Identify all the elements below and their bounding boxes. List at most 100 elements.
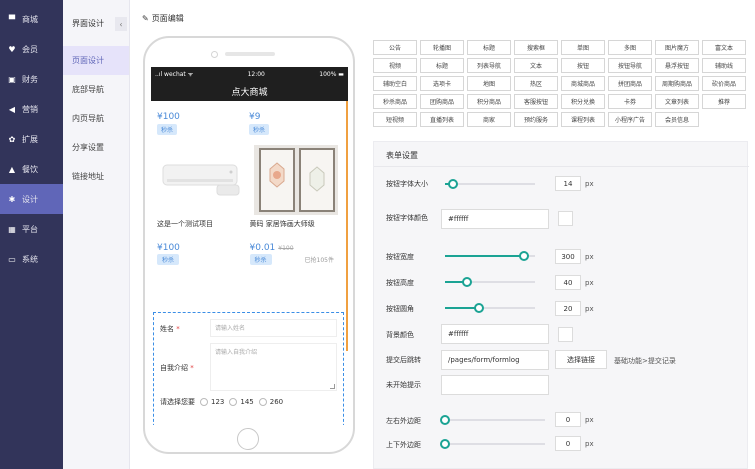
component-button[interactable]: 直播列表 (420, 112, 464, 127)
font-color-input[interactable]: #ffffff (441, 209, 549, 229)
sidebar-item-3[interactable]: ◀ 营销 (0, 94, 63, 124)
component-button[interactable]: 按钮 (561, 58, 605, 73)
coupon-button[interactable]: 秒杀 (157, 124, 178, 135)
sidebar-item-5[interactable]: ▲ 餐饮 (0, 154, 63, 184)
sidebar-item-7[interactable]: ▦ 平台 (0, 214, 63, 244)
component-button[interactable]: 搜索框 (514, 40, 558, 55)
goods-buy-button[interactable]: 秒杀 (157, 254, 180, 265)
goods-item[interactable]: 这是一个测试项目 ¥100 秒杀 (157, 145, 248, 265)
slider-knob-icon[interactable] (448, 179, 459, 189)
goods-buy-button[interactable]: 秒杀 (249, 254, 272, 265)
sidebar-item-2[interactable]: ▣ 财务 (0, 64, 63, 94)
slider-knob-icon[interactable] (474, 303, 485, 313)
component-button[interactable]: 标题 (420, 58, 464, 73)
lr-margin-input[interactable]: 0 (555, 412, 581, 427)
goods-list[interactable]: 这是一个测试项目 ¥100 秒杀 黄码 家居饰画大师级 ¥0.01 ¥100 秒… (151, 135, 348, 265)
component-button[interactable]: 公告 (373, 40, 417, 55)
component-button[interactable]: 卡券 (608, 94, 652, 109)
component-button[interactable]: 推荐 (702, 94, 746, 109)
sidebar-item-6[interactable]: ✱ 设计 (0, 184, 63, 214)
bg-color-swatch[interactable] (558, 327, 573, 342)
component-button[interactable]: 小程序广告 (608, 112, 652, 127)
button-width-input[interactable]: 300 (555, 249, 581, 264)
component-button[interactable]: 轮播图 (420, 40, 464, 55)
intro-textarea[interactable]: 请输入自我介绍 (210, 343, 337, 391)
component-button[interactable]: 课程列表 (561, 112, 605, 127)
sidebar-item-4[interactable]: ✿ 扩展 (0, 124, 63, 154)
not-started-input[interactable] (441, 375, 549, 395)
font-size-input[interactable]: 14 (555, 176, 581, 191)
coupon-button[interactable]: 秒杀 (249, 124, 270, 135)
component-button[interactable]: 周期购商品 (655, 76, 699, 91)
component-button[interactable]: 标题 (467, 40, 511, 55)
form-row-choose: 请选择您要 123 145 260 (154, 391, 343, 407)
component-button[interactable]: 单图 (561, 40, 605, 55)
page-title-text: 页面编辑 (151, 14, 184, 23)
radio-option[interactable]: 145 (229, 398, 254, 406)
collapse-icon[interactable]: ‹ (115, 17, 127, 31)
resize-handle-icon[interactable] (330, 384, 335, 389)
sidebar-item-8[interactable]: ▭ 系统 (0, 244, 63, 274)
subnav-item-0[interactable]: 页面设计 (63, 46, 129, 75)
subnav-item-3[interactable]: 分享设置 (63, 133, 129, 162)
component-button[interactable]: 辅助空白 (373, 76, 417, 91)
component-button[interactable]: 拼团商品 (608, 76, 652, 91)
component-button[interactable]: 图片魔方 (655, 40, 699, 55)
bg-color-label: 背景颜色 (386, 331, 414, 339)
component-button[interactable]: 客服按钮 (514, 94, 558, 109)
component-button[interactable]: 文章列表 (655, 94, 699, 109)
button-radius-label: 按钮圆角 (386, 305, 414, 313)
font-color-swatch[interactable] (558, 211, 573, 226)
component-button[interactable]: 视频 (373, 58, 417, 73)
component-button[interactable]: 选项卡 (420, 76, 464, 91)
choose-link-button[interactable]: 选择链接 (555, 350, 607, 369)
component-button[interactable]: 会员信息 (655, 112, 699, 127)
component-button[interactable]: 积分商品 (467, 94, 511, 109)
component-button[interactable]: 列表导航 (467, 58, 511, 73)
slider-knob-icon[interactable] (519, 251, 530, 261)
radio-option[interactable]: 260 (258, 398, 283, 406)
radio-option[interactable]: 123 (200, 398, 224, 406)
button-radius-input[interactable]: 20 (555, 301, 581, 316)
sidebar-item-1[interactable]: ♥ 会员 (0, 34, 63, 64)
lr-margin-slider[interactable] (440, 412, 545, 428)
redirect-input[interactable]: /pages/form/formlog (441, 350, 549, 370)
component-button[interactable]: 按钮导航 (608, 58, 652, 73)
component-button[interactable]: 富文本 (702, 40, 746, 55)
seckill-coupons[interactable]: ¥100 秒杀 ¥9 秒杀 (151, 101, 348, 135)
component-button[interactable]: 积分兑换 (561, 94, 605, 109)
subnav-item-2[interactable]: 内页导航 (63, 104, 129, 133)
button-height-input[interactable]: 40 (555, 275, 581, 290)
subnav-item-4[interactable]: 链接地址 (63, 162, 129, 191)
slider-knob-icon[interactable] (440, 415, 450, 425)
component-button[interactable]: 砍价商品 (702, 76, 746, 91)
component-button[interactable]: 预约服务 (514, 112, 558, 127)
component-button[interactable]: 商家 (467, 112, 511, 127)
component-button[interactable]: 多图 (608, 40, 652, 55)
component-button[interactable]: 团购商品 (420, 94, 464, 109)
coupon-item[interactable]: ¥100 秒杀 (157, 112, 249, 135)
component-button[interactable]: 商城商品 (561, 76, 605, 91)
button-height-slider[interactable] (445, 274, 535, 290)
component-button[interactable]: 悬浮按钮 (655, 58, 699, 73)
button-width-slider[interactable] (445, 248, 535, 264)
form-component[interactable]: 姓名 * 请输入姓名 自我介绍 * 请输入自我介绍 请选择您要 123 145 … (153, 312, 344, 425)
component-button[interactable]: 秒杀商品 (373, 94, 417, 109)
name-input[interactable]: 请输入姓名 (210, 319, 337, 337)
component-button[interactable]: 地图 (467, 76, 511, 91)
font-size-slider[interactable] (445, 176, 535, 192)
subnav-item-1[interactable]: 底部导航 (63, 75, 129, 104)
slider-knob-icon[interactable] (440, 439, 450, 449)
sidebar-item-0[interactable]: ▀ 商城 (0, 4, 63, 34)
button-radius-slider[interactable] (445, 300, 535, 316)
component-button[interactable]: 辅助线 (702, 58, 746, 73)
component-button[interactable]: 热区 (514, 76, 558, 91)
coupon-item[interactable]: ¥9 秒杀 (249, 112, 341, 135)
bg-color-input[interactable]: #ffffff (441, 324, 549, 344)
component-button[interactable]: 文本 (514, 58, 558, 73)
tb-margin-input[interactable]: 0 (555, 436, 581, 451)
tb-margin-slider[interactable] (440, 436, 545, 452)
slider-knob-icon[interactable] (461, 277, 472, 287)
goods-item[interactable]: 黄码 家居饰画大师级 ¥0.01 ¥100 秒杀 已抢105件 (249, 145, 341, 265)
component-button[interactable]: 短视频 (373, 112, 417, 127)
